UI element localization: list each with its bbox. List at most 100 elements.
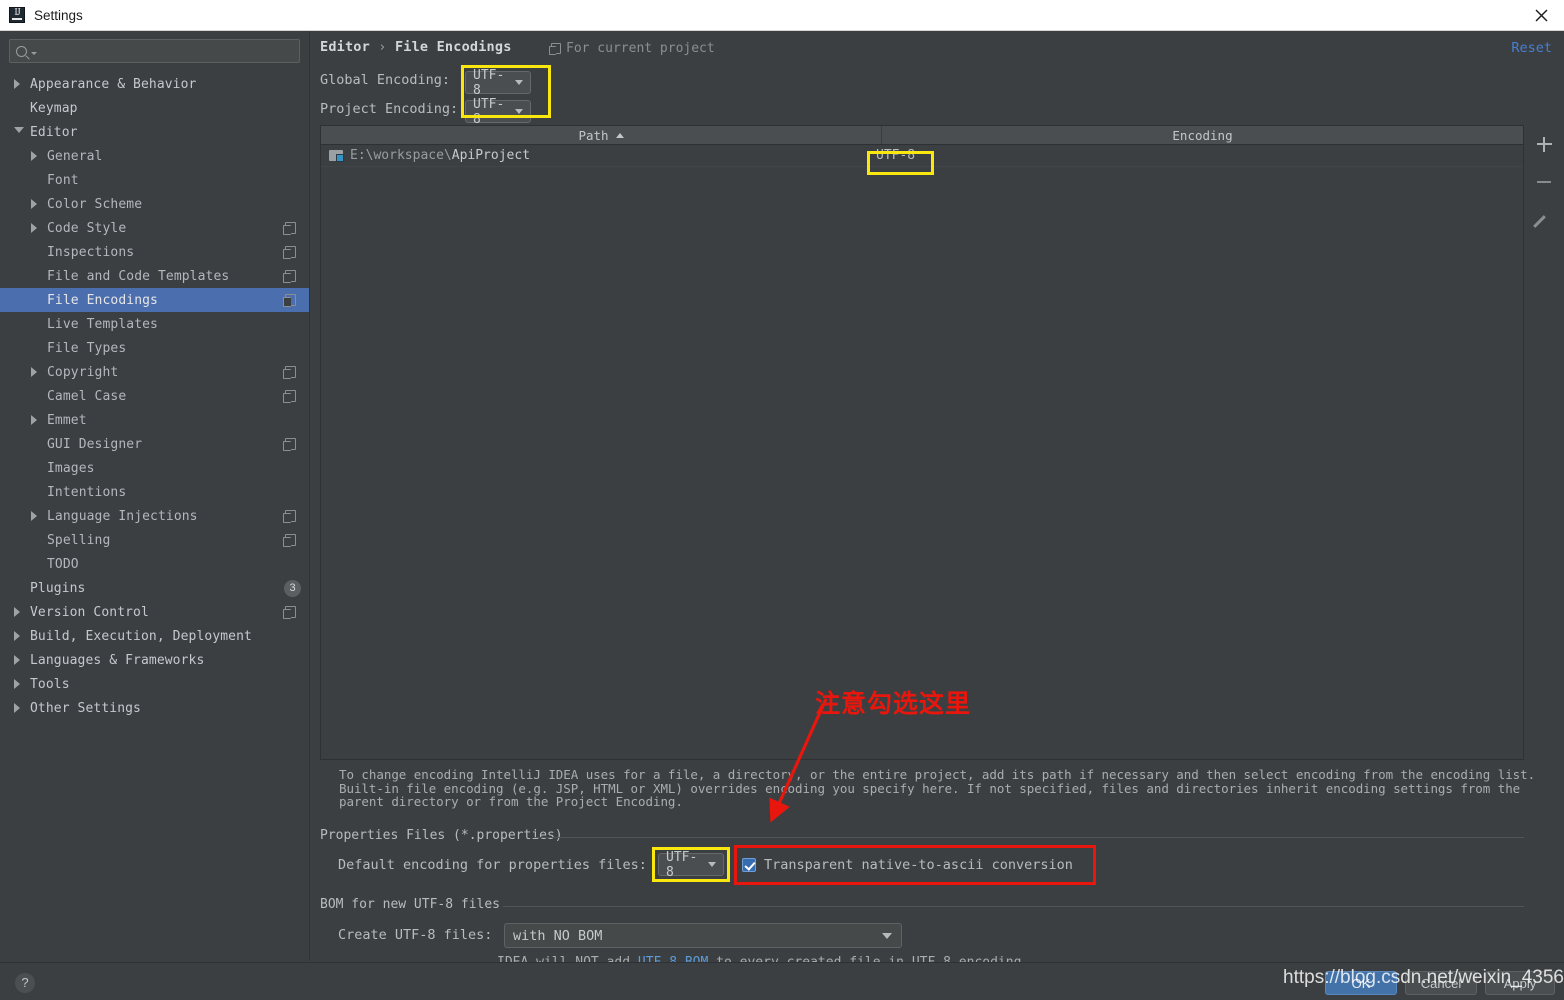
expand-toggle[interactable] xyxy=(14,79,30,89)
sidebar-item-live-templates[interactable]: Live Templates xyxy=(0,312,309,336)
transparent-conversion-checkbox[interactable] xyxy=(742,857,756,872)
sidebar-item-keymap[interactable]: Keymap xyxy=(0,96,309,120)
sidebar-item-label: File Encodings xyxy=(47,292,158,308)
window-title-bar: Settings xyxy=(0,0,1564,31)
table-cell-path: E:\workspace\ApiProject xyxy=(350,148,890,163)
folder-icon xyxy=(329,150,344,162)
expand-toggle[interactable] xyxy=(31,151,47,161)
reset-link[interactable]: Reset xyxy=(1511,40,1552,56)
encodings-table: Path Encoding E:\workspace\ApiProject UT… xyxy=(320,125,1524,760)
minus-icon xyxy=(1537,180,1551,184)
sidebar-item-font[interactable]: Font xyxy=(0,168,309,192)
table-row[interactable]: E:\workspace\ApiProject UTF-8 xyxy=(321,145,1523,175)
global-encoding-label: Global Encoding: xyxy=(320,72,451,88)
chevron-right-icon xyxy=(14,679,25,689)
create-utf8-select[interactable]: with NO BOM xyxy=(504,923,902,948)
sidebar-item-inspections[interactable]: Inspections xyxy=(0,240,309,264)
properties-encoding-value: UTF-8 xyxy=(666,849,698,880)
expand-toggle[interactable] xyxy=(14,607,30,617)
close-icon[interactable] xyxy=(1518,0,1564,31)
chevron-right-icon xyxy=(31,367,42,377)
search-box[interactable] xyxy=(9,39,300,63)
chevron-down-icon xyxy=(515,109,523,114)
path-prefix: E:\workspace\ xyxy=(350,148,452,163)
expand-toggle[interactable] xyxy=(14,631,30,641)
remove-button[interactable] xyxy=(1524,163,1564,201)
expand-toggle[interactable] xyxy=(31,367,47,377)
sidebar-item-spelling[interactable]: Spelling xyxy=(0,528,309,552)
sidebar-item-label: Languages & Frameworks xyxy=(30,652,205,668)
copy-icon xyxy=(283,246,296,259)
sidebar-item-file-and-code-templates[interactable]: File and Code Templates xyxy=(0,264,309,288)
global-encoding-select[interactable]: UTF-8 xyxy=(465,68,531,98)
sidebar-item-language-injections[interactable]: Language Injections xyxy=(0,504,309,528)
expand-toggle[interactable] xyxy=(31,511,47,521)
sidebar-item-label: Copyright xyxy=(47,364,119,380)
column-header-encoding[interactable]: Encoding xyxy=(882,126,1523,144)
sidebar-item-images[interactable]: Images xyxy=(0,456,309,480)
sidebar-item-label: Build, Execution, Deployment xyxy=(30,628,252,644)
copy-icon xyxy=(283,222,296,235)
project-encoding-select[interactable]: UTF-8 xyxy=(465,97,531,127)
expand-toggle[interactable] xyxy=(14,703,30,713)
sidebar-item-label: Appearance & Behavior xyxy=(30,76,197,92)
sidebar-item-other-settings[interactable]: Other Settings xyxy=(0,696,309,720)
expand-toggle[interactable] xyxy=(14,679,30,689)
expand-toggle[interactable] xyxy=(31,223,47,233)
column-header-encoding-label: Encoding xyxy=(1172,127,1233,143)
bom-group-title: BOM for new UTF-8 files xyxy=(320,897,510,912)
for-current-project-label: For current project xyxy=(549,41,715,56)
ok-button[interactable]: OK xyxy=(1325,971,1397,995)
sidebar-item-version-control[interactable]: Version Control xyxy=(0,600,309,624)
copy-icon xyxy=(283,510,296,523)
sidebar-item-editor[interactable]: Editor xyxy=(0,120,309,144)
add-button[interactable] xyxy=(1524,125,1564,163)
sidebar-item-intentions[interactable]: Intentions xyxy=(0,480,309,504)
group-divider xyxy=(535,837,1524,838)
sidebar-item-appearance-behavior[interactable]: Appearance & Behavior xyxy=(0,72,309,96)
search-input[interactable] xyxy=(41,43,293,59)
chevron-right-icon xyxy=(31,199,42,209)
sidebar-item-label: General xyxy=(47,148,103,164)
sidebar-item-languages-frameworks[interactable]: Languages & Frameworks xyxy=(0,648,309,672)
transparent-conversion-row[interactable]: Transparent native-to-ascii conversion xyxy=(742,853,1073,876)
pencil-icon xyxy=(1536,212,1552,228)
chevron-right-icon xyxy=(31,151,42,161)
sidebar-item-code-style[interactable]: Code Style xyxy=(0,216,309,240)
expand-toggle[interactable] xyxy=(14,655,30,665)
table-cell-encoding[interactable]: UTF-8 xyxy=(876,148,915,163)
column-header-path[interactable]: Path xyxy=(321,126,882,144)
chevron-down-icon xyxy=(708,862,716,867)
apply-button[interactable]: Apply xyxy=(1485,971,1555,995)
sidebar-item-tools[interactable]: Tools xyxy=(0,672,309,696)
sidebar-item-file-types[interactable]: File Types xyxy=(0,336,309,360)
sort-ascending-icon xyxy=(615,132,624,138)
window-title: Settings xyxy=(34,7,83,23)
sidebar-item-build-execution-deployment[interactable]: Build, Execution, Deployment xyxy=(0,624,309,648)
create-utf8-value: with NO BOM xyxy=(513,927,603,944)
sidebar-item-gui-designer[interactable]: GUI Designer xyxy=(0,432,309,456)
expand-toggle[interactable] xyxy=(31,415,47,425)
sidebar-item-general[interactable]: General xyxy=(0,144,309,168)
sidebar-item-emmet[interactable]: Emmet xyxy=(0,408,309,432)
cancel-button[interactable]: Cancel xyxy=(1405,971,1477,995)
expand-toggle[interactable] xyxy=(14,126,30,138)
sidebar-item-copyright[interactable]: Copyright xyxy=(0,360,309,384)
edit-button[interactable] xyxy=(1524,201,1564,239)
transparent-conversion-label: Transparent native-to-ascii conversion xyxy=(764,856,1073,873)
sidebar-item-todo[interactable]: TODO xyxy=(0,552,309,576)
sidebar-item-camel-case[interactable]: Camel Case xyxy=(0,384,309,408)
breadcrumb-root[interactable]: Editor xyxy=(320,39,370,55)
sidebar-item-label: Inspections xyxy=(47,244,135,260)
description-text: To change encoding IntelliJ IDEA uses fo… xyxy=(339,767,1536,809)
expand-toggle[interactable] xyxy=(31,199,47,209)
sidebar-item-color-scheme[interactable]: Color Scheme xyxy=(0,192,309,216)
help-button[interactable]: ? xyxy=(15,973,35,993)
sidebar-item-label: Live Templates xyxy=(47,316,158,332)
sidebar-item-plugins[interactable]: Plugins 3 xyxy=(0,576,309,600)
chevron-down-icon xyxy=(515,80,523,85)
table-toolbar xyxy=(1524,125,1564,245)
table-header: Path Encoding xyxy=(321,126,1523,145)
properties-encoding-select[interactable]: UTF-8 xyxy=(658,850,724,880)
sidebar-item-file-encodings[interactable]: File Encodings xyxy=(0,288,309,312)
